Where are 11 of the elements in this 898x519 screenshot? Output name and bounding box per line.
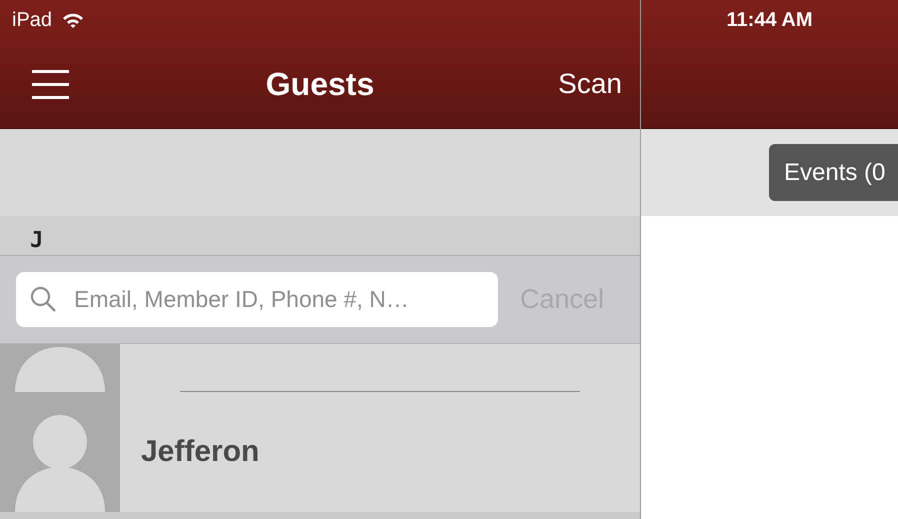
guest-name[interactable]: Jefferon (141, 435, 260, 469)
events-button[interactable]: Events (0 (769, 144, 898, 201)
search-icon (30, 286, 57, 313)
scan-button[interactable]: Scan (558, 68, 622, 100)
section-letter: J (30, 227, 44, 255)
screen-title: Guests (266, 66, 374, 102)
menu-icon[interactable] (32, 70, 69, 98)
wifi-icon (62, 12, 84, 28)
search-field[interactable]: Email, Member ID, Phone #, N… (16, 272, 498, 327)
device-name: iPad (12, 8, 52, 32)
clock-time: 11:44 AM (726, 8, 812, 32)
